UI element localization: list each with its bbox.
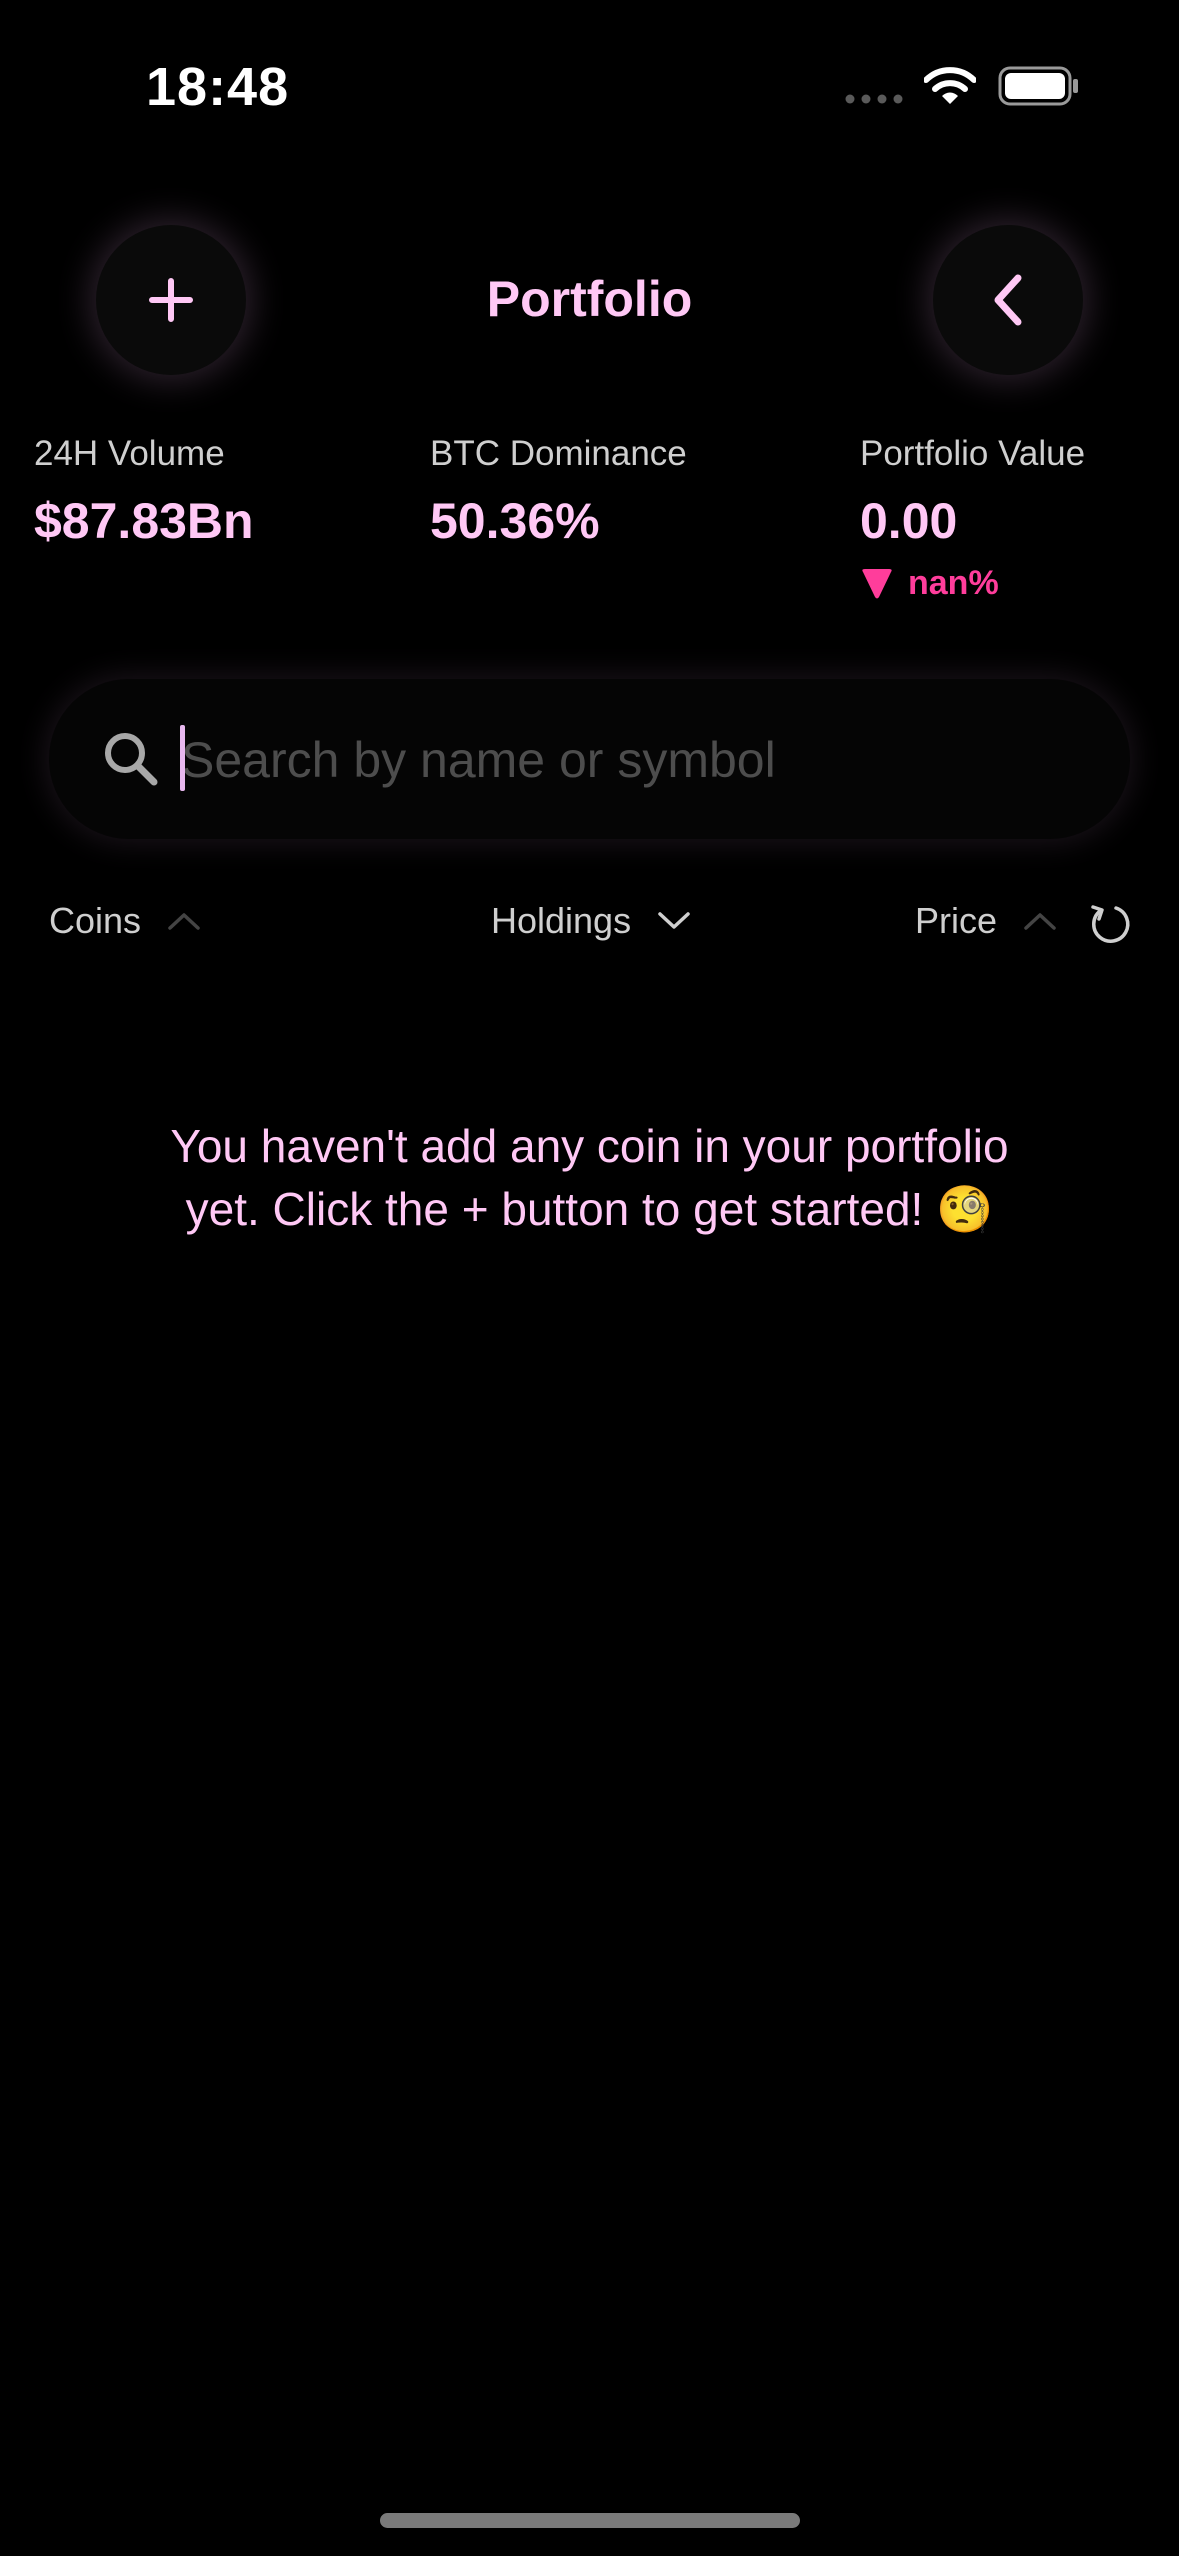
reload-icon[interactable] <box>1088 902 1132 946</box>
stat-value: 50.36% <box>430 493 600 549</box>
search-bar[interactable] <box>49 679 1130 839</box>
stat-change-value: nan% <box>908 564 999 602</box>
stat-label: Portfolio Value <box>860 434 1086 473</box>
column-label: Coins <box>49 900 142 941</box>
chevron-left-icon <box>994 274 1022 326</box>
chevron-up-icon <box>1024 913 1056 930</box>
sort-by-price[interactable]: Price <box>915 900 1057 942</box>
stat-btc-dominance: BTC Dominance 50.36% <box>430 434 687 550</box>
triangle-down-icon <box>862 568 892 598</box>
home-indicator[interactable] <box>380 2513 800 2528</box>
stat-value: $87.83Bn <box>34 493 254 549</box>
empty-portfolio-message: You haven't add any coin in your portfol… <box>170 1120 1009 1235</box>
stat-label: 24H Volume <box>34 434 225 473</box>
search-icon <box>105 733 158 786</box>
stat-value: 0.00 <box>860 493 958 549</box>
sort-by-coins[interactable]: Coins <box>49 900 201 942</box>
stat-label: BTC Dominance <box>430 434 687 473</box>
stat-portfolio-value: Portfolio Value 0.00 nan% <box>860 434 1085 603</box>
back-button[interactable] <box>933 225 1083 375</box>
cellular-signal-icon <box>845 94 903 104</box>
sort-by-holdings[interactable]: Holdings <box>491 900 691 942</box>
chevron-up-icon <box>168 913 200 930</box>
stat-change: nan% <box>860 564 1085 603</box>
status-time: 18:48 <box>146 57 290 117</box>
search-input[interactable] <box>179 719 1083 801</box>
column-label: Price <box>915 900 998 941</box>
text-cursor <box>180 725 185 791</box>
battery-icon <box>998 66 1078 106</box>
chevron-down-icon <box>658 912 690 929</box>
column-label: Holdings <box>491 900 632 941</box>
stat-24h-volume: 24H Volume $87.83Bn <box>34 434 254 550</box>
wifi-icon <box>924 67 976 104</box>
